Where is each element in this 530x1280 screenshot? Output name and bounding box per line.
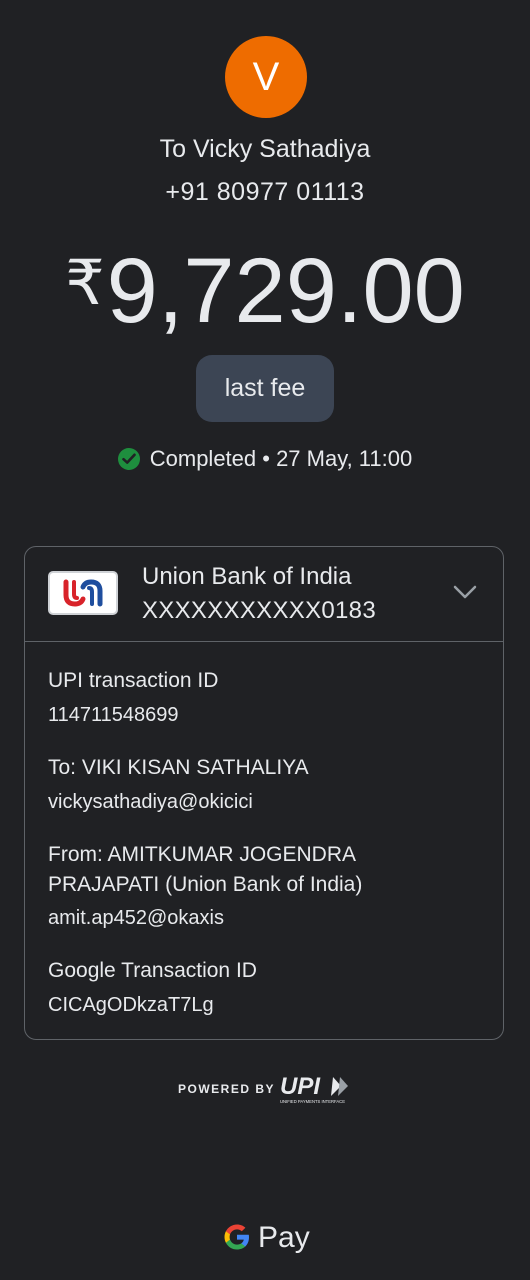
payment-note-chip: last fee bbox=[196, 355, 334, 422]
payment-receipt-screen: V To Vicky Sathadiya +91 80977 01113 ₹9,… bbox=[0, 0, 530, 1280]
recipient-phone: +91 80977 01113 bbox=[165, 178, 365, 206]
bank-account-header[interactable]: Union Bank of India XXXXXXXXXXX0183 bbox=[25, 547, 503, 642]
recipient-name: To Vicky Sathadiya bbox=[159, 135, 371, 163]
from-upi-id: amit.ap452@okaxis bbox=[48, 907, 224, 929]
transaction-details-card: Union Bank of India XXXXXXXXXXX0183 UPI … bbox=[24, 546, 504, 1040]
recipient-avatar: V bbox=[225, 36, 307, 118]
bank-name: Union Bank of India bbox=[142, 563, 352, 590]
upi-logo-icon: UPI UNIFIED PAYMENTS INTERFACE bbox=[280, 1073, 348, 1104]
payment-status: Completed • 27 May, 11:00 bbox=[0, 446, 530, 472]
google-g-icon bbox=[224, 1224, 249, 1250]
upi-transaction-id-label: UPI transaction ID bbox=[48, 669, 219, 692]
google-transaction-id-value: CICAgODkzaT7Lg bbox=[48, 994, 214, 1016]
chevron-down-icon[interactable] bbox=[453, 583, 477, 601]
google-pay-text: Pay bbox=[258, 1221, 310, 1254]
currency-symbol: ₹ bbox=[65, 249, 105, 318]
payment-amount: ₹9,729.00 bbox=[0, 228, 530, 347]
union-bank-logo-icon bbox=[48, 571, 118, 615]
from-name-label-line1: From: AMITKUMAR JOGENDRA bbox=[48, 843, 357, 866]
upi-transaction-id-value: 114711548699 bbox=[48, 704, 179, 726]
google-transaction-id-label: Google Transaction ID bbox=[48, 959, 257, 982]
to-name-label: To: VIKI KISAN SATHALIYA bbox=[48, 756, 309, 779]
powered-by-text: POWERED BY bbox=[178, 1082, 276, 1096]
upi-logo-text: UPI bbox=[280, 1073, 321, 1100]
amount-value: 9,729.00 bbox=[106, 240, 465, 342]
to-upi-id: vickysathadiya@okicici bbox=[48, 791, 253, 813]
upi-subtext: UNIFIED PAYMENTS INTERFACE bbox=[280, 1099, 345, 1104]
check-circle-icon bbox=[117, 448, 140, 470]
bank-account-number: XXXXXXXXXXX0183 bbox=[142, 597, 376, 624]
from-name-label-line2: PRAJAPATI (Union Bank of India) bbox=[48, 873, 363, 896]
status-text: Completed • 27 May, 11:00 bbox=[149, 446, 413, 471]
